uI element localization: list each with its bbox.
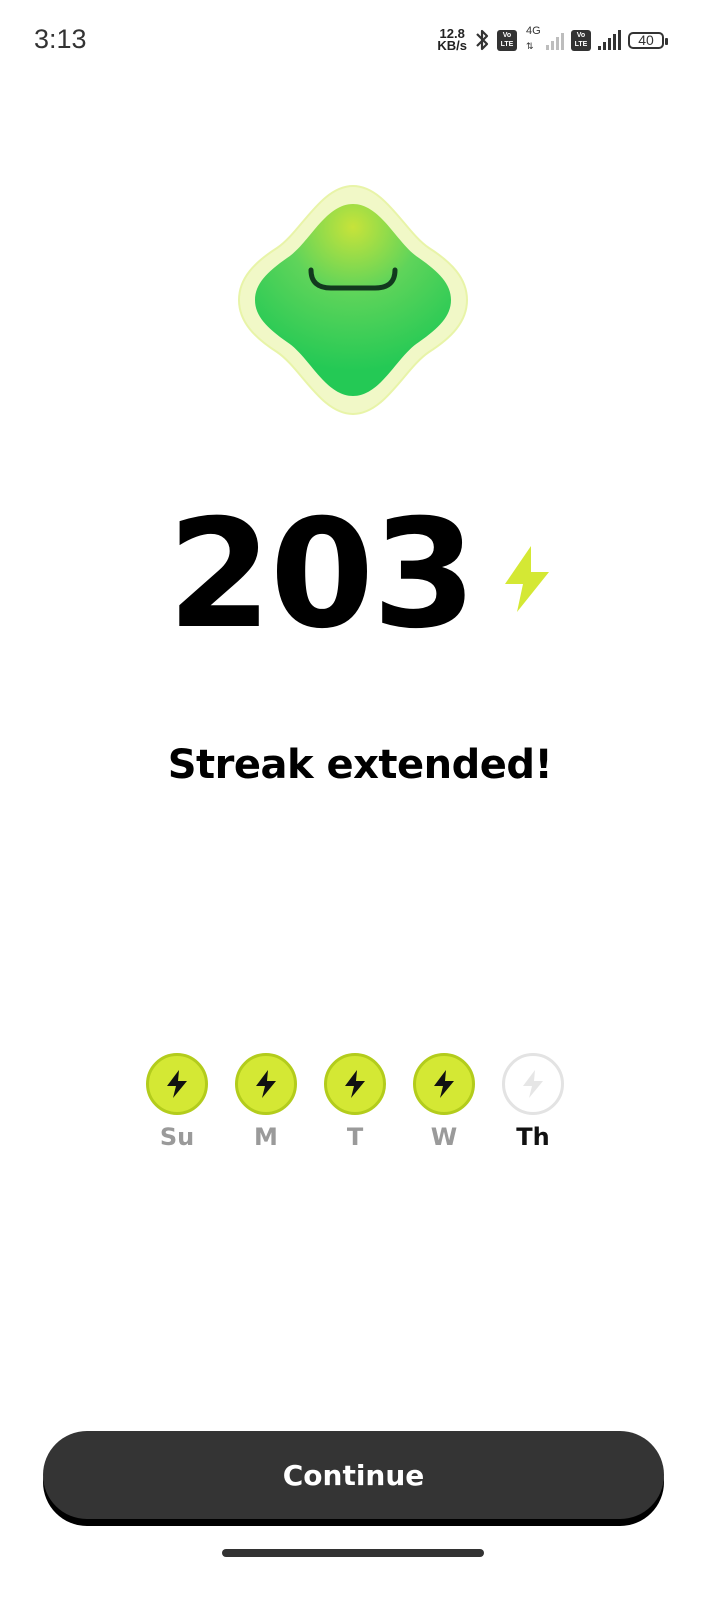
- day-complete-badge: [235, 1053, 297, 1115]
- day-label: W: [430, 1123, 458, 1151]
- lightning-bolt-icon: [523, 1070, 543, 1098]
- lightning-bolt-icon: [345, 1070, 365, 1098]
- day-label-today: Th: [516, 1123, 550, 1151]
- network-speed-unit: KB/s: [437, 38, 467, 53]
- day-sunday: Su: [146, 1053, 208, 1151]
- day-thursday: Th: [502, 1053, 564, 1151]
- lightning-bolt-icon: [256, 1070, 276, 1098]
- day-tuesday: T: [324, 1053, 386, 1151]
- status-time: 3:13: [34, 24, 87, 54]
- continue-button[interactable]: Continue: [43, 1431, 664, 1519]
- mascot-icon: [237, 184, 469, 416]
- network-type: 4G: [526, 25, 541, 37]
- volte-icon: Vo LTE: [497, 29, 517, 51]
- status-icons: 12.8 KB/s Vo LTE 4G ⇅ Vo LTE 40: [437, 25, 668, 54]
- day-complete-badge: [324, 1053, 386, 1115]
- streak-headline: Streak extended!: [167, 742, 553, 788]
- week-streak-row: Su M T W Th: [146, 1053, 564, 1151]
- data-arrows-icon: ⇅: [526, 41, 533, 51]
- day-complete-badge: [146, 1053, 208, 1115]
- day-label: T: [346, 1123, 364, 1151]
- lightning-bolt-icon: [434, 1070, 454, 1098]
- battery-icon: 40: [628, 31, 668, 49]
- bluetooth-icon: [476, 29, 489, 51]
- home-indicator[interactable]: [222, 1549, 484, 1557]
- signal-4g-icon: 4G ⇅: [524, 25, 564, 52]
- day-label: Su: [159, 1123, 195, 1151]
- network-speed: 12.8 KB/s: [437, 27, 467, 53]
- streak-row: 203: [0, 500, 720, 650]
- lightning-bolt-icon: [504, 546, 549, 612]
- signal-strength-icon: [598, 30, 621, 50]
- day-monday: M: [235, 1053, 297, 1151]
- battery-level: 40: [638, 32, 654, 48]
- volte-icon-2: Vo LTE: [571, 29, 591, 51]
- day-label: M: [254, 1123, 278, 1151]
- day-wednesday: W: [413, 1053, 475, 1151]
- streak-count: 203: [167, 488, 476, 662]
- day-pending-badge: [502, 1053, 564, 1115]
- day-complete-badge: [413, 1053, 475, 1115]
- lightning-bolt-icon: [167, 1070, 187, 1098]
- status-bar: 3:13 12.8 KB/s Vo LTE 4G ⇅ Vo LTE 40: [0, 0, 720, 80]
